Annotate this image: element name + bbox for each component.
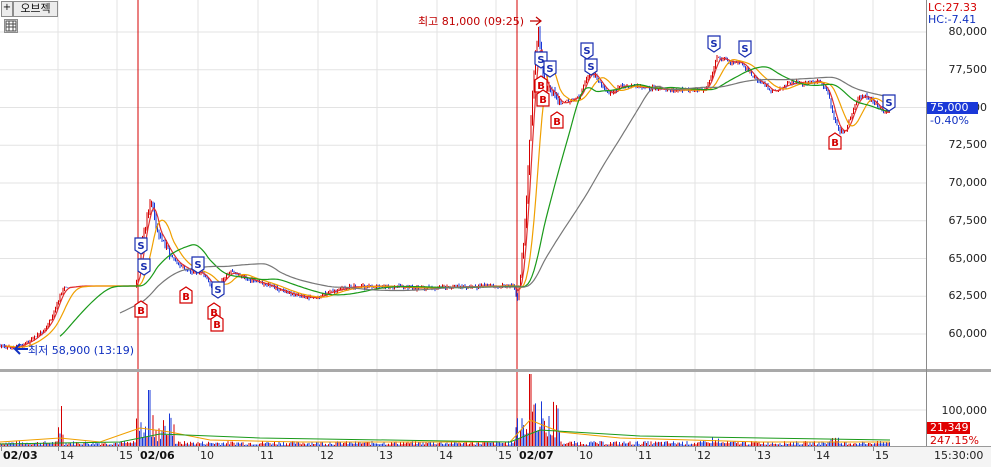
volume-axis[interactable]: 100,000 21,349 247.15% — [926, 372, 991, 447]
buy-signal-icon[interactable]: B — [534, 75, 548, 93]
current-volume-badge: 21,349 — [927, 422, 970, 434]
time-tick — [117, 447, 118, 451]
buy-signal-icon[interactable]: B — [550, 111, 564, 129]
current-change-label: -0.40% — [930, 114, 969, 127]
sell-signal-icon[interactable]: S — [580, 42, 594, 60]
price-axis[interactable]: LC:27.33 HC:-7.41 80,00077,50075,00072,5… — [926, 0, 991, 370]
sell-signal-icon[interactable]: S — [191, 256, 205, 274]
date-label: 02/03 — [3, 449, 38, 462]
buy-signal-icon[interactable]: B — [210, 314, 224, 332]
high-price-annotation: 최고 81,000 (09:25) — [418, 15, 525, 28]
svg-text:B: B — [213, 320, 221, 331]
volume-tick: 100,000 — [941, 404, 988, 417]
price-tick: 62,500 — [948, 289, 988, 303]
price-tick: 70,000 — [948, 176, 988, 189]
hour-label: 15 — [498, 449, 512, 462]
svg-text:B: B — [137, 306, 145, 317]
date-label: 02/06 — [140, 449, 175, 462]
price-panel[interactable]: SSSSSSSSSSSBBBBBBBB — [0, 0, 926, 370]
stock-chart[interactable]: SSSSSSSSSSSBBBBBBBB + 오브젝 최고 81,000 (09:… — [0, 0, 991, 467]
time-tick — [377, 447, 378, 451]
price-chart: SS SSSSSSS SSBBBBBBBB — [0, 0, 926, 370]
sell-signal-icon[interactable]: S — [882, 94, 896, 112]
time-tick — [496, 447, 497, 451]
hour-label: 12 — [320, 449, 334, 462]
svg-text:S: S — [546, 64, 553, 75]
hour-label: 12 — [697, 449, 711, 462]
date-label: 02/07 — [519, 449, 554, 462]
price-tick: 77,500 — [948, 62, 988, 76]
buy-signal-icon[interactable]: B — [134, 300, 148, 318]
svg-text:S: S — [710, 39, 717, 50]
end-time-label: 15:30:00 — [934, 449, 984, 462]
buy-signal-icon[interactable]: B — [536, 89, 550, 107]
time-tick — [873, 447, 874, 451]
svg-text:S: S — [741, 44, 748, 55]
time-tick — [577, 447, 578, 451]
hour-label: 11 — [638, 449, 652, 462]
hour-label: 14 — [816, 449, 830, 462]
hour-label: 10 — [579, 449, 593, 462]
sell-signal-icon[interactable]: S — [707, 35, 721, 53]
object-menu-button[interactable]: 오브젝 — [13, 1, 58, 17]
time-tick — [636, 447, 637, 451]
buy-signal-icon[interactable]: B — [179, 286, 193, 304]
svg-text:B: B — [182, 292, 190, 303]
time-tick — [58, 447, 59, 451]
time-tick — [755, 447, 756, 451]
low-price-annotation: 최저 58,900 (13:19) — [28, 344, 135, 357]
hour-label: 13 — [379, 449, 393, 462]
time-tick — [258, 447, 259, 451]
hour-label: 15 — [875, 449, 889, 462]
sell-signal-icon[interactable]: S — [584, 58, 598, 76]
buy-signal-icon[interactable]: B — [828, 132, 842, 150]
hour-label: 14 — [439, 449, 453, 462]
price-tick: 67,500 — [948, 213, 988, 227]
svg-text:B: B — [831, 138, 839, 149]
svg-text:B: B — [539, 95, 547, 106]
time-tick — [318, 447, 319, 451]
sell-signal-icon[interactable]: S — [738, 40, 752, 58]
svg-text:S: S — [214, 285, 221, 296]
svg-text:S: S — [885, 98, 892, 109]
time-tick — [814, 447, 815, 451]
hour-label: 10 — [200, 449, 214, 462]
svg-text:B: B — [553, 117, 561, 128]
price-tick: 80,000 — [948, 25, 988, 38]
time-axis[interactable]: 02/03 14 15 02/06 10 11 12 13 14 15 02/07 10 11 12 13 1… — [0, 446, 991, 467]
hour-label: 14 — [60, 449, 74, 462]
svg-text:S: S — [194, 260, 201, 271]
svg-text:S: S — [140, 262, 147, 273]
sell-signal-icon[interactable]: S — [211, 281, 225, 299]
ma-fast-line — [3, 49, 891, 349]
sell-signal-icon[interactable]: S — [134, 237, 148, 255]
table-icon[interactable] — [4, 19, 18, 33]
time-tick — [138, 447, 139, 451]
volume-ma-mid-line — [0, 419, 890, 443]
candles — [0, 26, 890, 350]
time-tick — [1, 447, 2, 451]
sell-signal-icon[interactable]: S — [137, 258, 151, 276]
price-tick: 60,000 — [948, 327, 988, 340]
overlap-toggle-button[interactable]: + — [1, 1, 13, 17]
svg-text:S: S — [137, 241, 144, 252]
current-price-badge: 75,000 — [927, 102, 978, 114]
svg-text:S: S — [583, 46, 590, 57]
volume-chart — [0, 372, 926, 446]
svg-text:S: S — [587, 62, 594, 73]
high-arrow-icon — [530, 16, 542, 26]
price-tick: 72,500 — [948, 138, 988, 152]
hour-label: 11 — [260, 449, 274, 462]
time-tick — [437, 447, 438, 451]
time-tick — [198, 447, 199, 451]
volume-panel[interactable] — [0, 372, 926, 446]
time-tick — [517, 447, 518, 451]
time-tick — [695, 447, 696, 451]
hour-label: 13 — [757, 449, 771, 462]
sell-signal-icon[interactable]: S — [543, 60, 557, 78]
price-tick: 65,000 — [948, 251, 988, 265]
hour-label: 15 — [119, 449, 133, 462]
